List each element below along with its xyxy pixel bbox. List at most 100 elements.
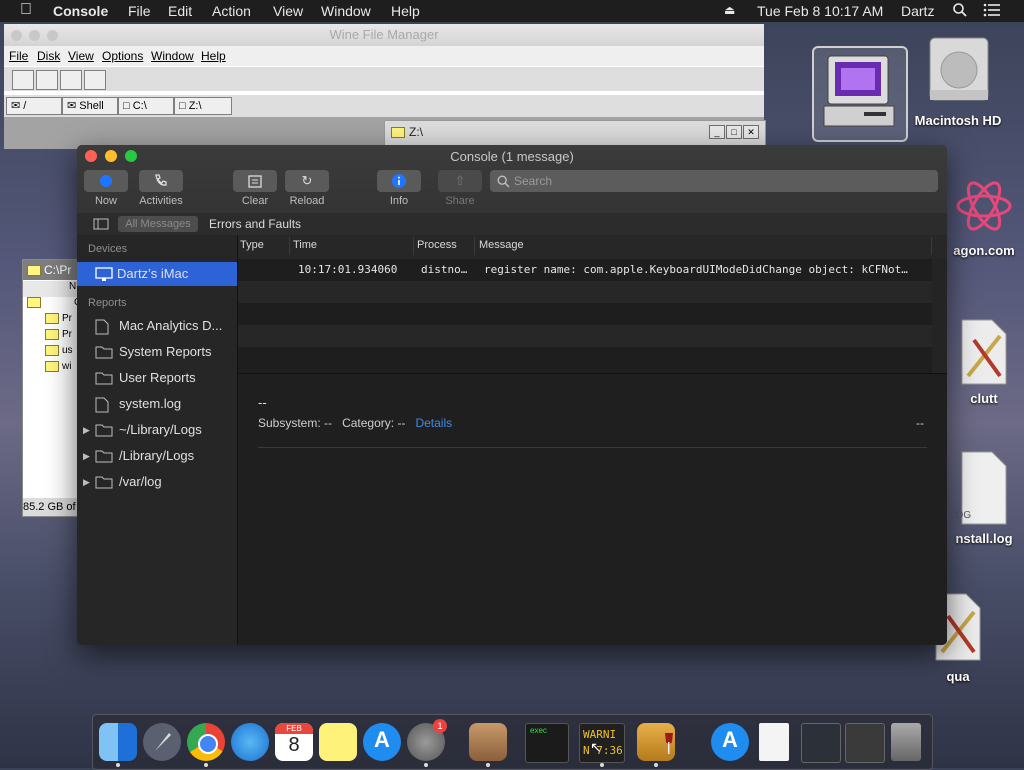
drive-c[interactable]: □ C:\	[118, 97, 174, 115]
sidebar-toggle-icon[interactable]	[93, 218, 109, 230]
system-preferences-icon[interactable]: 1	[407, 719, 447, 761]
menu-app-name[interactable]: Console	[53, 3, 108, 19]
tree-item[interactable]: Pr	[23, 313, 79, 329]
reload-button[interactable]: ↻	[285, 170, 329, 192]
column-divider[interactable]	[931, 237, 932, 255]
tree-item[interactable]: us	[23, 345, 79, 361]
disclosure-triangle-icon[interactable]: ▶	[83, 418, 90, 442]
sidebar-item-device[interactable]: Dartz’s iMac	[77, 262, 237, 286]
column-type[interactable]: Type	[240, 239, 264, 251]
wine-title-bar[interactable]: Wine File Manager	[4, 24, 764, 46]
wine-close-button[interactable]	[11, 30, 22, 41]
sidebar-item-system-log[interactable]: system.log	[77, 392, 237, 416]
launchpad-icon[interactable]	[143, 723, 181, 761]
spotlight-icon[interactable]	[952, 2, 968, 21]
activities-button[interactable]	[139, 170, 183, 192]
window-thumbnail-icon[interactable]	[801, 723, 841, 763]
column-time[interactable]: Time	[293, 239, 317, 251]
column-divider[interactable]	[413, 237, 414, 255]
wine-computer-desktop-icon[interactable]	[812, 46, 908, 142]
sidebar-item-mac-analytics[interactable]: Mac Analytics D...	[77, 314, 237, 338]
log-table-header: Type Time Process Message	[238, 235, 947, 260]
safari-icon[interactable]	[231, 723, 269, 761]
tree-item[interactable]: wi	[23, 361, 79, 377]
app-store-icon[interactable]: A	[363, 723, 401, 761]
sidebar: Devices Dartz’s iMac Reports Mac Analyti…	[77, 235, 238, 645]
table-row[interactable]: 10:17:01.934060 distno… register name: c…	[238, 259, 932, 281]
clear-button[interactable]	[233, 170, 277, 192]
wine-file-manager-dock-icon[interactable]	[637, 723, 675, 761]
notes-icon[interactable]	[319, 723, 357, 761]
menu-view[interactable]: View	[273, 3, 303, 19]
disconnect-drive-icon[interactable]	[36, 70, 58, 90]
drive-root[interactable]: ✉ /	[6, 97, 62, 115]
split-vertical-icon[interactable]	[84, 70, 106, 90]
clutt-desktop-icon[interactable]: clutt	[944, 316, 1024, 406]
tree-item[interactable]: Pr	[23, 329, 79, 345]
menu-clock[interactable]: Tue Feb 8 10:17 AM	[757, 3, 883, 19]
wine-minimize-button[interactable]	[29, 30, 40, 41]
trash-icon[interactable]	[891, 723, 921, 761]
menu-window[interactable]: Window	[321, 3, 371, 19]
document-dock-icon[interactable]	[759, 723, 789, 761]
connect-drive-icon[interactable]	[12, 70, 34, 90]
z-maximize-button[interactable]: □	[726, 125, 742, 139]
split-horizontal-icon[interactable]	[60, 70, 82, 90]
errors-faults-filter[interactable]: Errors and Faults	[209, 217, 301, 231]
calendar-icon[interactable]: FEB 8	[275, 723, 313, 761]
wine-c-drive-window[interactable]: C:\Pr N C Pr Pr us wi 85.2 GB of 12	[22, 259, 80, 517]
menu-help[interactable]: Help	[391, 3, 420, 19]
wine-menu-file[interactable]: File	[9, 49, 28, 63]
disclosure-triangle-icon[interactable]: ▶	[83, 444, 90, 468]
category-label: Category:	[342, 416, 395, 430]
column-divider[interactable]	[289, 237, 290, 255]
z-close-button[interactable]: ✕	[743, 125, 759, 139]
column-process[interactable]: Process	[417, 239, 457, 251]
search-field[interactable]: Search	[490, 170, 938, 192]
drive-z[interactable]: □ Z:\	[174, 97, 232, 115]
tree-item[interactable]: C	[23, 297, 79, 313]
wine-z-drive-window[interactable]: Z:\ _ □ ✕	[384, 120, 766, 148]
z-minimize-button[interactable]: _	[709, 125, 725, 139]
sidebar-item-user-library-logs[interactable]: ▶ ~/Library/Logs	[77, 418, 237, 442]
minimized-window-icon[interactable]	[845, 723, 885, 763]
wine-menu-help[interactable]: Help	[201, 49, 226, 63]
drive-shell[interactable]: ✉ Shell	[62, 97, 118, 115]
column-message[interactable]: Message	[479, 239, 524, 251]
wine-menu-window[interactable]: Window	[151, 49, 194, 63]
network-desktop-icon[interactable]: agon.com	[944, 172, 1024, 258]
details-link[interactable]: Details	[415, 416, 452, 430]
notification-center-icon[interactable]	[983, 3, 1001, 20]
macintosh-hd-desktop-icon[interactable]: Macintosh HD	[910, 32, 1006, 128]
column-divider[interactable]	[474, 237, 475, 255]
sidebar-item-library-logs[interactable]: ▶ /Library/Logs	[77, 444, 237, 468]
wine-menu-options[interactable]: Options	[102, 49, 143, 63]
app-store-download-icon[interactable]: A	[711, 723, 749, 761]
tree-item-label: wi	[62, 361, 72, 373]
install-log-desktop-icon[interactable]: LOG nstall.log	[944, 448, 1024, 546]
wine-menu-view[interactable]: View	[68, 49, 94, 63]
wine-menu-disk[interactable]: Disk	[37, 49, 60, 63]
c-window-titlebar[interactable]: C:\Pr	[23, 260, 79, 280]
chrome-icon[interactable]	[187, 723, 225, 761]
disclosure-triangle-icon[interactable]: ▶	[83, 470, 90, 494]
finder-icon[interactable]	[99, 723, 137, 761]
all-messages-filter[interactable]: All Messages	[118, 216, 198, 232]
archive-utility-icon[interactable]	[469, 723, 507, 761]
eject-icon[interactable]: ⏏	[724, 3, 735, 17]
wine-zoom-button[interactable]	[47, 30, 58, 41]
menu-file[interactable]: File	[128, 3, 151, 19]
console-app-icon[interactable]: WARNI N 7:36	[579, 723, 625, 763]
share-button[interactable]: ⇧	[438, 170, 482, 192]
menu-action[interactable]: Action	[212, 3, 251, 19]
sidebar-item-var-log[interactable]: ▶ /var/log	[77, 470, 237, 494]
now-button[interactable]	[84, 170, 128, 192]
menu-user[interactable]: Dartz	[901, 3, 934, 19]
terminal-icon[interactable]: exec	[525, 723, 569, 763]
sidebar-item-user-reports[interactable]: User Reports	[77, 366, 237, 390]
menu-edit[interactable]: Edit	[168, 3, 192, 19]
log-scrollbar[interactable]	[932, 259, 947, 373]
info-button[interactable]	[377, 170, 421, 192]
apple-menu-icon[interactable]: 	[20, 1, 32, 19]
sidebar-item-system-reports[interactable]: System Reports	[77, 340, 237, 364]
